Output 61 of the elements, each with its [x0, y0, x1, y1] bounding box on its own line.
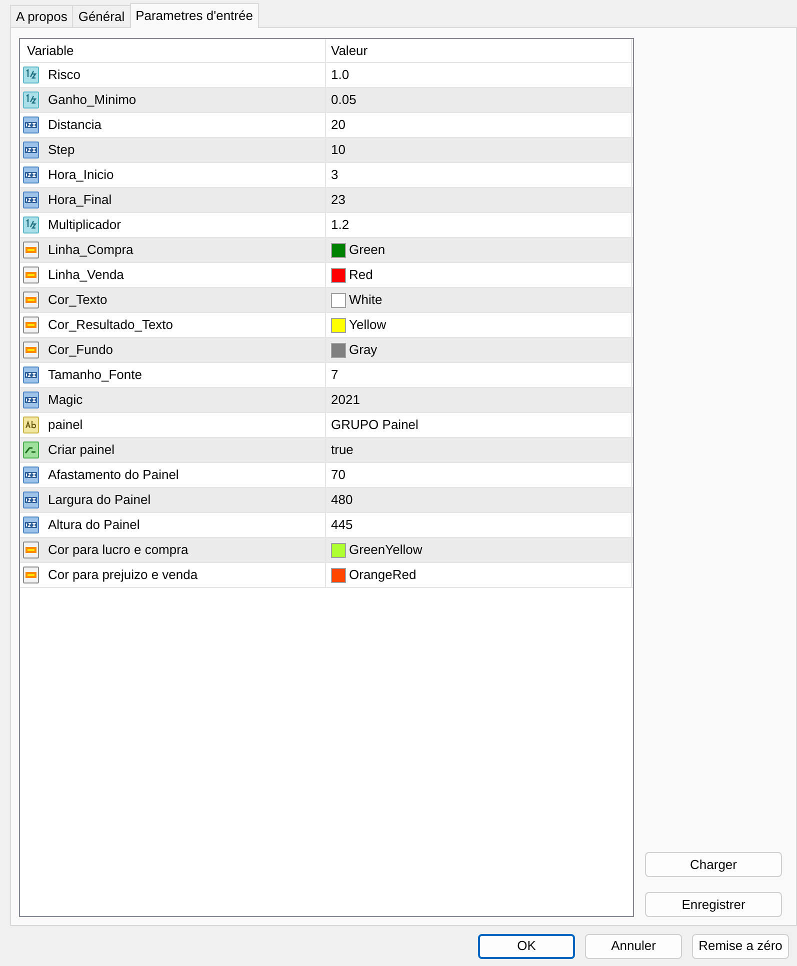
variable-name: Cor_Fundo: [48, 341, 114, 360]
variable-name: Cor para lucro e compra: [48, 541, 188, 560]
dialog-button[interactable]: Annuler: [585, 934, 682, 958]
value-text[interactable]: 10: [331, 140, 346, 160]
variable-name: Linha_Venda: [48, 266, 124, 284]
integer-type-icon: [22, 141, 40, 159]
bool-type-icon: [22, 441, 40, 459]
tab[interactable]: Général: [72, 5, 130, 27]
integer-type-icon: [22, 191, 40, 209]
value-text[interactable]: Green: [349, 240, 386, 260]
tab[interactable]: A propos: [10, 5, 72, 27]
value-text[interactable]: 7: [331, 365, 338, 385]
double-type-icon: [22, 66, 40, 84]
variable-name: Step: [48, 141, 75, 160]
column-header[interactable]: Variable: [20, 39, 326, 62]
variable-name: Ganho_Minimo: [48, 91, 136, 110]
value-text[interactable]: Yellow: [349, 315, 386, 335]
value-text[interactable]: GRUPO Painel: [331, 415, 418, 435]
action-button[interactable]: Charger: [645, 852, 782, 877]
column-header[interactable]: Valeur: [326, 39, 632, 62]
value-text[interactable]: White: [349, 290, 382, 310]
integer-type-icon: [22, 491, 40, 509]
variable-name: Altura do Painel: [48, 516, 140, 534]
integer-type-icon: [22, 391, 40, 409]
action-button[interactable]: Enregistrer: [645, 892, 782, 917]
value-text[interactable]: Gray: [349, 340, 378, 360]
double-type-icon: [22, 91, 40, 109]
value-text[interactable]: 0.05: [331, 90, 356, 110]
variable-name: Linha_Compra: [48, 241, 134, 260]
variable-name: painel: [48, 416, 83, 434]
value-text[interactable]: true: [331, 440, 354, 460]
value-text[interactable]: 70: [331, 465, 346, 485]
variable-name: Largura do Painel: [48, 491, 151, 510]
variable-name: Risco: [48, 66, 81, 84]
dialog-button[interactable]: OK: [478, 934, 575, 958]
double-type-icon: [22, 216, 40, 234]
value-text[interactable]: 445: [331, 515, 353, 535]
variable-name: Afastamento do Painel: [48, 466, 179, 484]
variable-name: Distancia: [48, 116, 102, 134]
variable-name: Cor para prejuizo e venda: [48, 566, 198, 584]
value-text[interactable]: OrangeRed: [349, 565, 416, 585]
value-text[interactable]: 2021: [331, 390, 360, 410]
variable-name: Cor_Resultado_Texto: [48, 316, 174, 334]
variable-name: Magic: [48, 391, 83, 410]
string-type-icon: [22, 416, 40, 434]
dialog-button[interactable]: Remise a zéro: [692, 934, 789, 958]
value-text[interactable]: GreenYellow: [349, 540, 422, 560]
variable-name: Cor_Texto: [48, 291, 108, 310]
value-text[interactable]: 20: [331, 115, 346, 135]
variable-name: Hora_Final: [48, 191, 112, 210]
value-text[interactable]: 23: [331, 190, 346, 210]
tab[interactable]: Parametres d'entrée: [130, 3, 259, 28]
value-text[interactable]: Red: [349, 265, 373, 285]
value-text[interactable]: 480: [331, 490, 353, 510]
value-text[interactable]: 3: [331, 165, 338, 185]
variable-name: Criar painel: [48, 441, 114, 460]
value-text[interactable]: 1.2: [331, 215, 350, 235]
variable-name: Multiplicador: [48, 216, 121, 234]
variable-name: Tamanho_Fonte: [48, 366, 142, 384]
variable-name: Hora_Inicio: [48, 166, 114, 184]
value-text[interactable]: 1.0: [331, 65, 350, 85]
